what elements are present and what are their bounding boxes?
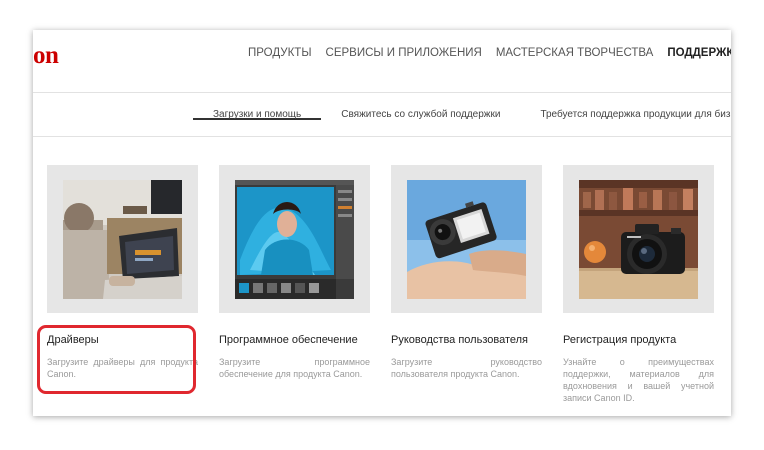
card-software[interactable]: Программное обеспечение Загрузите програ… [219,165,370,380]
card-title[interactable]: Руководства пользователя [391,334,542,346]
photo-editor-photo [235,180,354,299]
compact-camera-photo [407,180,526,299]
card-user-manuals[interactable]: Руководства пользователя Загрузите руков… [391,165,542,380]
drivers-highlight-outline [37,325,196,394]
canon-logo[interactable]: on [33,42,59,70]
card-description: Узнайте о преимуществах поддержки, матер… [563,357,714,403]
tab-business-support[interactable]: Требуется поддержка продукции для бизнес… [520,92,731,120]
canon-support-page: on ПРОДУКТЫ СЕРВИСЫ И ПРИЛОЖЕНИЯ МАСТЕРС… [33,30,731,416]
dslr-camera-photo [579,180,698,299]
card-description: Загрузите руководство пользователя проду… [391,357,542,379]
laptop-photo [63,180,182,299]
card-title[interactable]: Программное обеспечение [219,334,370,346]
tab-contact-support[interactable]: Свяжитесь со службой поддержки [321,92,520,120]
support-subnav: Загрузки и помощь Свяжитесь со службой п… [193,92,731,120]
card-description: Загрузите программное обеспечение для пр… [219,357,370,379]
card-product-registration[interactable]: Регистрация продукта Узнайте о преимущес… [563,165,714,404]
nav-item-products[interactable]: ПРОДУКТЫ [248,47,312,59]
tab-downloads-help[interactable]: Загрузки и помощь [193,92,322,120]
card-image-frame [47,165,198,313]
nav-item-services-apps[interactable]: СЕРВИСЫ И ПРИЛОЖЕНИЯ [326,47,482,59]
card-image-frame [563,165,714,313]
nav-item-support[interactable]: ПОДДЕРЖКА [667,47,731,59]
main-nav: ПРОДУКТЫ СЕРВИСЫ И ПРИЛОЖЕНИЯ МАСТЕРСКАЯ… [248,47,731,59]
subnav-divider [33,136,731,137]
card-image-frame [219,165,370,313]
nav-item-creative-workshop[interactable]: МАСТЕРСКАЯ ТВОРЧЕСТВА [496,47,654,59]
card-image-frame [391,165,542,313]
card-title[interactable]: Регистрация продукта [563,334,714,346]
